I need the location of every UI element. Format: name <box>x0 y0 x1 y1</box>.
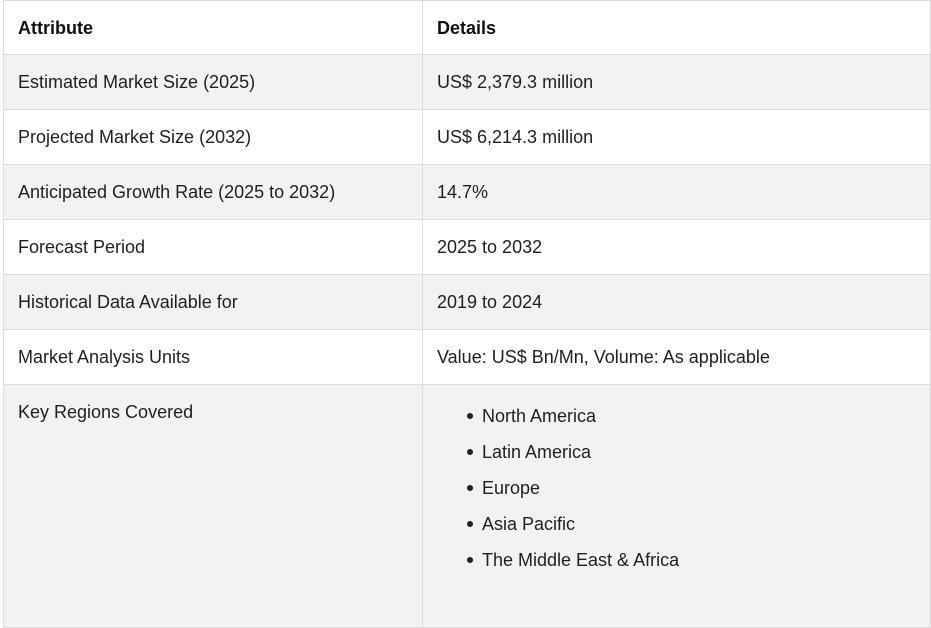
region-label: Latin America <box>482 442 592 462</box>
details-cell: 2025 to 2032 <box>422 219 931 275</box>
region-label: The Middle East & Africa <box>482 550 680 570</box>
table-header: Attribute Details <box>3 0 931 55</box>
list-item: Asia Pacific <box>467 512 916 548</box>
region-label: Asia Pacific <box>482 514 576 534</box>
table-row: Projected Market Size (2032) US$ 6,214.3… <box>3 109 931 165</box>
details-cell: 2019 to 2024 <box>422 274 931 330</box>
list-item: The Middle East & Africa <box>467 548 916 584</box>
bullet-icon <box>467 413 473 419</box>
table-row-regions: Key Regions Covered North America Latin … <box>3 384 931 628</box>
bullet-icon <box>467 449 473 455</box>
regions-list: North America Latin America Europe Asia … <box>437 404 916 584</box>
attribute-cell: Estimated Market Size (2025) <box>3 54 423 110</box>
table-row: Estimated Market Size (2025) US$ 2,379.3… <box>3 54 931 110</box>
page: Attribute Details Estimated Market Size … <box>0 0 931 628</box>
column-header-details: Details <box>422 0 931 55</box>
details-cell: Value: US$ Bn/Mn, Volume: As applicable <box>422 329 931 385</box>
details-cell: US$ 2,379.3 million <box>422 54 931 110</box>
bullet-icon <box>467 557 473 563</box>
bullet-icon <box>467 521 473 527</box>
column-header-attribute: Attribute <box>3 0 423 55</box>
list-item: Europe <box>467 476 916 512</box>
list-item: Latin America <box>467 440 916 476</box>
attribute-cell: Forecast Period <box>3 219 423 275</box>
table-row: Historical Data Available for 2019 to 20… <box>3 274 931 330</box>
details-cell: 14.7% <box>422 164 931 220</box>
attribute-cell: Key Regions Covered <box>3 384 423 628</box>
region-label: North America <box>482 406 597 426</box>
list-item: North America <box>467 404 916 440</box>
attribute-cell: Historical Data Available for <box>3 274 423 330</box>
details-cell-regions: North America Latin America Europe Asia … <box>422 384 931 628</box>
table-row: Forecast Period 2025 to 2032 <box>3 219 931 275</box>
table-row: Anticipated Growth Rate (2025 to 2032) 1… <box>3 164 931 220</box>
table-body: Estimated Market Size (2025) US$ 2,379.3… <box>3 54 931 628</box>
attribute-cell: Projected Market Size (2032) <box>3 109 423 165</box>
table-row: Market Analysis Units Value: US$ Bn/Mn, … <box>3 329 931 385</box>
bullet-icon <box>467 485 473 491</box>
attribute-cell: Anticipated Growth Rate (2025 to 2032) <box>3 164 423 220</box>
region-label: Europe <box>482 478 541 498</box>
market-attributes-table: Attribute Details Estimated Market Size … <box>3 0 931 628</box>
details-cell: US$ 6,214.3 million <box>422 109 931 165</box>
table-header-row: Attribute Details <box>3 0 931 55</box>
attribute-cell: Market Analysis Units <box>3 329 423 385</box>
